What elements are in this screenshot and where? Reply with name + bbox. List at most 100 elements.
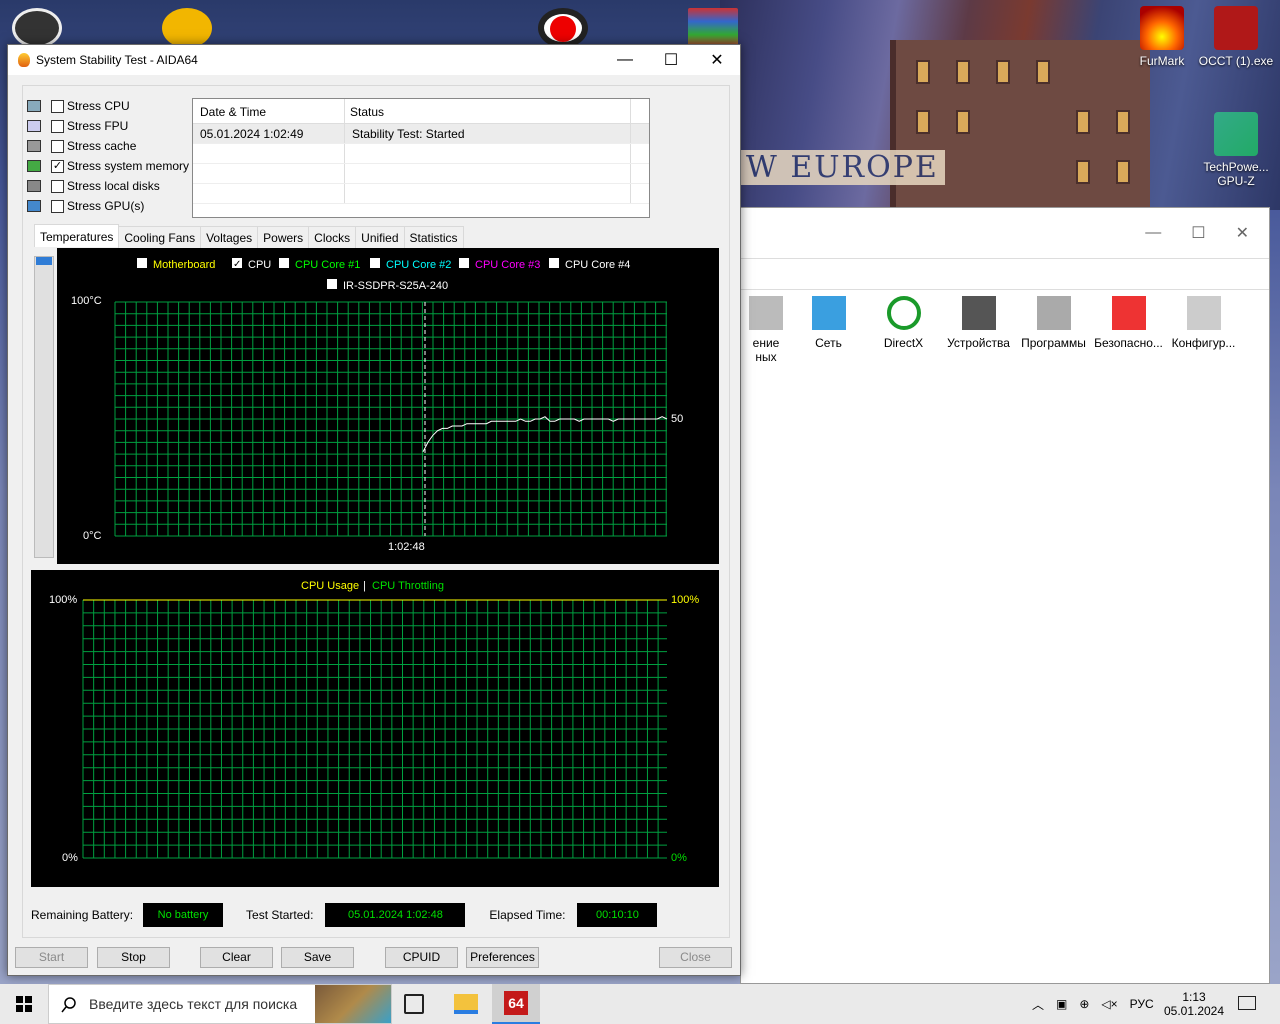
stress-checkbox[interactable]: [51, 119, 64, 133]
control-panel-item-label: Программы: [1021, 336, 1086, 350]
control-panel-item[interactable]: ение ных: [741, 296, 791, 364]
clear-button[interactable]: Clear: [200, 947, 273, 968]
control-panel-item[interactable]: Сеть: [791, 296, 866, 364]
bg-maximize-button[interactable]: ☐: [1191, 223, 1205, 243]
battery-value: No battery: [143, 903, 224, 927]
stress-option[interactable]: Stress FPU: [27, 116, 197, 136]
desktop-icon-occt[interactable]: OCCT (1).exe: [1196, 6, 1276, 68]
stress-checkbox[interactable]: ✓: [51, 159, 64, 173]
clock-date: 05.01.2024: [1163, 1004, 1225, 1018]
col-header-status[interactable]: Status: [345, 99, 631, 123]
stress-option[interactable]: Stress cache: [27, 136, 197, 156]
col-header-datetime[interactable]: Date & Time: [193, 99, 345, 123]
preferences-button[interactable]: Preferences: [466, 947, 539, 968]
control-panel-item[interactable]: DirectX: [866, 296, 941, 364]
windows-icon: [16, 996, 32, 1012]
main-panel: Stress CPU Stress FPU Stress cache ✓ Str…: [22, 85, 730, 938]
legend-checkbox[interactable]: [370, 258, 380, 268]
wallpaper-sign: W EUROPE: [740, 150, 945, 185]
taskbar-search-box[interactable]: Введите здесь текст для поиска: [48, 984, 392, 1024]
record-icon[interactable]: [538, 8, 588, 48]
control-panel-item[interactable]: Программы: [1016, 296, 1091, 364]
start-menu-button[interactable]: [0, 984, 48, 1024]
language-indicator[interactable]: РУС: [1130, 997, 1154, 1011]
devices-icon: [961, 296, 996, 330]
desktop-icon-gpuz[interactable]: TechPowe... GPU-Z: [1196, 112, 1276, 188]
legend-label: CPU Core #1: [295, 259, 360, 271]
status-table[interactable]: Date & Time Status 05.01.2024 1:02:49 St…: [192, 98, 650, 218]
elapsed-value: 00:10:10: [577, 903, 658, 927]
save-button[interactable]: Save: [281, 947, 354, 968]
title-bar[interactable]: System Stability Test - AIDA64 — ☐ ✕: [8, 45, 740, 75]
legend-label: CPU: [248, 259, 271, 271]
stress-option[interactable]: Stress CPU: [27, 96, 197, 116]
stress-checkbox[interactable]: [51, 139, 64, 153]
logitech-icon[interactable]: [12, 8, 62, 48]
tab-clocks[interactable]: Clocks: [308, 226, 357, 248]
aida64-stability-window: System Stability Test - AIDA64 — ☐ ✕ Str…: [7, 44, 741, 976]
volume-muted-icon[interactable]: ◁×: [1101, 997, 1117, 1011]
stress-checkbox[interactable]: [51, 99, 64, 113]
control-panel-item[interactable]: Устройства: [941, 296, 1016, 364]
stress-label: Stress CPU: [67, 99, 130, 113]
stress-label: Stress system memory: [67, 159, 190, 173]
control-panel-item[interactable]: Безопасно...: [1091, 296, 1166, 364]
desktop-icon-furmark[interactable]: FurMark: [1122, 6, 1202, 68]
chevron-up-icon[interactable]: ︿: [1032, 996, 1044, 1013]
legend-checkbox[interactable]: [459, 258, 469, 268]
close-window-button[interactable]: ✕: [694, 50, 740, 70]
notifications-icon[interactable]: [1238, 996, 1256, 1010]
shield-icon: [1111, 296, 1146, 330]
bg-address-bar[interactable]: [741, 258, 1269, 290]
cpu-icon: [27, 100, 41, 112]
clock-time: 1:13: [1182, 990, 1206, 1004]
maximize-button[interactable]: ☐: [648, 50, 694, 70]
tab-cooling-fans[interactable]: Cooling Fans: [118, 226, 202, 248]
stress-option[interactable]: ✓ Stress system memory: [27, 156, 197, 176]
legend-check-mark: ✓: [233, 259, 241, 270]
y-axis-top-label: 100°C: [71, 295, 102, 307]
tab-statistics[interactable]: Statistics: [403, 226, 464, 248]
gpuz-icon: [1214, 112, 1258, 156]
aida64-taskbar-button[interactable]: 64: [492, 984, 540, 1024]
stress-label: Stress GPU(s): [67, 199, 145, 213]
meet-now-icon[interactable]: ▣: [1056, 997, 1067, 1011]
table-row[interactable]: 05.01.2024 1:02:49 Stability Test: Start…: [193, 124, 649, 144]
aida64-icon: 64: [504, 991, 528, 1015]
bg-close-button[interactable]: ✕: [1236, 223, 1249, 243]
window-title: System Stability Test - AIDA64: [36, 53, 198, 67]
task-view-icon[interactable]: [404, 994, 424, 1014]
network-globe-icon[interactable]: ⊕: [1079, 997, 1089, 1011]
close-button[interactable]: Close: [659, 947, 732, 968]
last-value-label: 50: [671, 413, 683, 425]
search-icon: [61, 997, 76, 1013]
stress-checkbox[interactable]: [51, 199, 64, 213]
stress-option[interactable]: Stress GPU(s): [27, 196, 197, 216]
tab-temperatures[interactable]: Temperatures: [34, 224, 120, 247]
start-button[interactable]: Start: [15, 947, 88, 968]
stress-option[interactable]: Stress local disks: [27, 176, 197, 196]
stop-button[interactable]: Stop: [97, 947, 170, 968]
scroll-thumb[interactable]: [36, 257, 52, 265]
legend-checkbox[interactable]: [137, 258, 147, 268]
stress-checkbox[interactable]: [51, 179, 64, 193]
control-panel-item-label: DirectX: [883, 336, 924, 350]
legend-checkbox[interactable]: [279, 258, 289, 268]
chart-scrollbar[interactable]: [34, 256, 54, 558]
tab-powers[interactable]: Powers: [257, 226, 310, 248]
winrar-icon[interactable]: [688, 8, 738, 48]
aimp-icon[interactable]: [162, 8, 212, 48]
test-started-label: Test Started:: [246, 908, 314, 922]
tab-unified[interactable]: Unified: [355, 226, 405, 248]
control-panel-item[interactable]: Конфигур...: [1166, 296, 1241, 364]
minimize-button[interactable]: —: [602, 51, 648, 69]
file-explorer-icon[interactable]: [454, 994, 478, 1014]
legend-checkbox[interactable]: [549, 258, 559, 268]
tab-voltages[interactable]: Voltages: [200, 226, 259, 248]
disk-icon: [27, 180, 41, 192]
legend-checkbox[interactable]: [327, 279, 337, 289]
config-icon: [1186, 296, 1221, 330]
clock[interactable]: 1:13 05.01.2024: [1164, 984, 1224, 1024]
cpuid-button[interactable]: CPUID: [385, 947, 458, 968]
bg-minimize-button[interactable]: —: [1145, 224, 1161, 242]
